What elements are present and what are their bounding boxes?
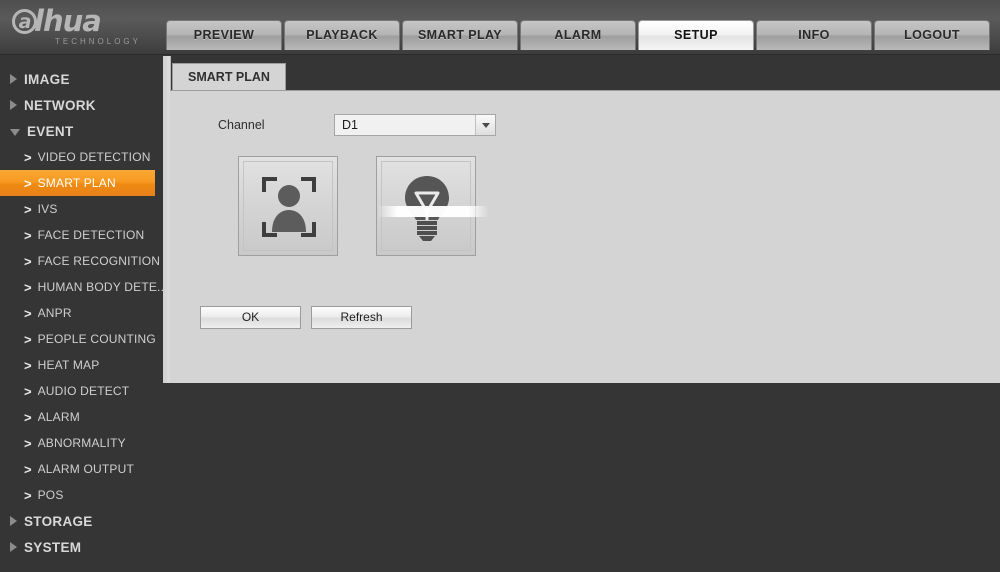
chevron-right-icon: > [24,175,32,191]
tab-playback[interactable]: PLAYBACK [284,20,400,50]
sidebar-group-label: SYSTEM [24,539,82,555]
sidebar-item-pos[interactable]: > POS [0,482,163,508]
chevron-right-icon [10,542,17,552]
sidebar-group-label: NETWORK [24,97,96,113]
sidebar-item-label: HUMAN BODY DETE... [37,280,163,294]
sidebar-item-label: VIDEO DETECTION [37,150,151,164]
sidebar-item-abnormality[interactable]: > ABNORMALITY [0,430,163,456]
sidebar-group-label: IMAGE [24,71,70,87]
dahua-logo: a lhua TECHNOLOGY [10,6,160,48]
chevron-right-icon: > [24,201,32,217]
tab-smart-play[interactable]: SMART PLAY [402,20,518,50]
chevron-right-icon: > [24,383,32,399]
mode-smart-light-inner [377,161,489,251]
sidebar-item-alarm-output[interactable]: > ALARM OUTPUT [0,456,163,482]
chevron-right-icon: > [24,357,32,373]
chevron-right-icon [10,74,17,84]
sidebar-item-label: ALARM [37,410,80,424]
app-header: a lhua TECHNOLOGY PREVIEW PLAYBACK SMART … [0,0,1000,55]
main-tab-bar: PREVIEW PLAYBACK SMART PLAY ALARM SETUP … [166,20,992,54]
smart-plan-mode-list [238,156,489,256]
sidebar-item-label: ANPR [37,306,72,320]
sidebar-item-anpr[interactable]: > ANPR [0,300,163,326]
sidebar-navigation: IMAGE NETWORK EVENT > VIDEO DETECTION > … [0,56,163,572]
chevron-right-icon [10,516,17,526]
refresh-button[interactable]: Refresh [311,306,412,329]
sidebar-item-label: PEOPLE COUNTING [37,332,156,346]
channel-select-value: D1 [342,118,358,132]
sidebar-group-storage[interactable]: STORAGE [0,508,163,534]
chevron-down-icon[interactable] [475,115,495,135]
sidebar-item-smart-plan[interactable]: > SMART PLAN [0,170,155,196]
smart-plan-panel: Channel D1 OK Refresh [170,90,1000,383]
sidebar-item-label: FACE RECOGNITION [37,254,161,268]
chevron-right-icon: > [24,253,32,269]
sidebar-item-label: POS [37,488,64,502]
mode-face-detection[interactable] [238,156,338,256]
sidebar-item-label: IVS [37,202,58,216]
sidebar-item-label: FACE DETECTION [37,228,145,242]
chevron-right-icon [10,100,17,110]
logo-wordmark: a lhua [10,6,160,36]
content-tab-smart-plan[interactable]: SMART PLAN [172,63,286,91]
tab-logout[interactable]: LOGOUT [874,20,990,50]
ok-button[interactable]: OK [200,306,301,329]
chevron-right-icon: > [24,409,32,425]
sidebar-item-label: AUDIO DETECT [37,384,130,398]
sidebar-group-event[interactable]: EVENT [0,118,163,144]
sidebar-group-image[interactable]: IMAGE [0,66,163,92]
sidebar-item-label: ALARM OUTPUT [37,462,135,476]
action-button-row: OK Refresh [200,306,412,329]
sidebar-item-label: ABNORMALITY [37,436,126,450]
sidebar-item-label: HEAT MAP [37,358,100,372]
chevron-right-icon: > [24,279,32,295]
chevron-down-icon [10,128,20,136]
sidebar-item-alarm[interactable]: > ALARM [0,404,163,430]
tab-info[interactable]: INFO [756,20,872,50]
sidebar-item-audio-detect[interactable]: > AUDIO DETECT [0,378,163,404]
chevron-right-icon: > [24,461,32,477]
sidebar-group-network[interactable]: NETWORK [0,92,163,118]
sidebar-item-face-detection[interactable]: > FACE DETECTION [0,222,163,248]
chevron-right-icon: > [24,435,32,451]
chevron-right-icon: > [24,305,32,321]
chevron-right-icon: > [24,149,32,165]
mode-smart-light[interactable] [376,156,489,256]
chevron-right-icon: > [24,487,32,503]
chevron-right-icon: > [24,227,32,243]
tab-preview[interactable]: PREVIEW [166,20,282,50]
sidebar-group-system[interactable]: SYSTEM [0,534,163,560]
sidebar-item-heat-map[interactable]: > HEAT MAP [0,352,163,378]
logo-subtitle: TECHNOLOGY [54,37,141,46]
tab-alarm[interactable]: ALARM [520,20,636,50]
tab-setup[interactable]: SETUP [638,20,754,50]
channel-field-row: Channel D1 [218,114,496,136]
chevron-right-icon: > [24,331,32,347]
sidebar-item-face-recognition[interactable]: > FACE RECOGNITION [0,248,163,274]
sidebar-item-video-detection[interactable]: > VIDEO DETECTION [0,144,163,170]
logo-rest: lhua [34,4,102,38]
channel-label: Channel [218,118,265,132]
sidebar-item-human-body-detection[interactable]: > HUMAN BODY DETE... [0,274,163,300]
sidebar-group-label: EVENT [27,123,74,139]
channel-select[interactable]: D1 [334,114,496,136]
mode-face-detection-inner [243,161,333,251]
sidebar-group-label: STORAGE [24,513,93,529]
sidebar-item-people-counting[interactable]: > PEOPLE COUNTING [0,326,163,352]
sidebar-item-ivs[interactable]: > IVS [0,196,163,222]
sidebar-item-label: SMART PLAN [37,176,116,190]
